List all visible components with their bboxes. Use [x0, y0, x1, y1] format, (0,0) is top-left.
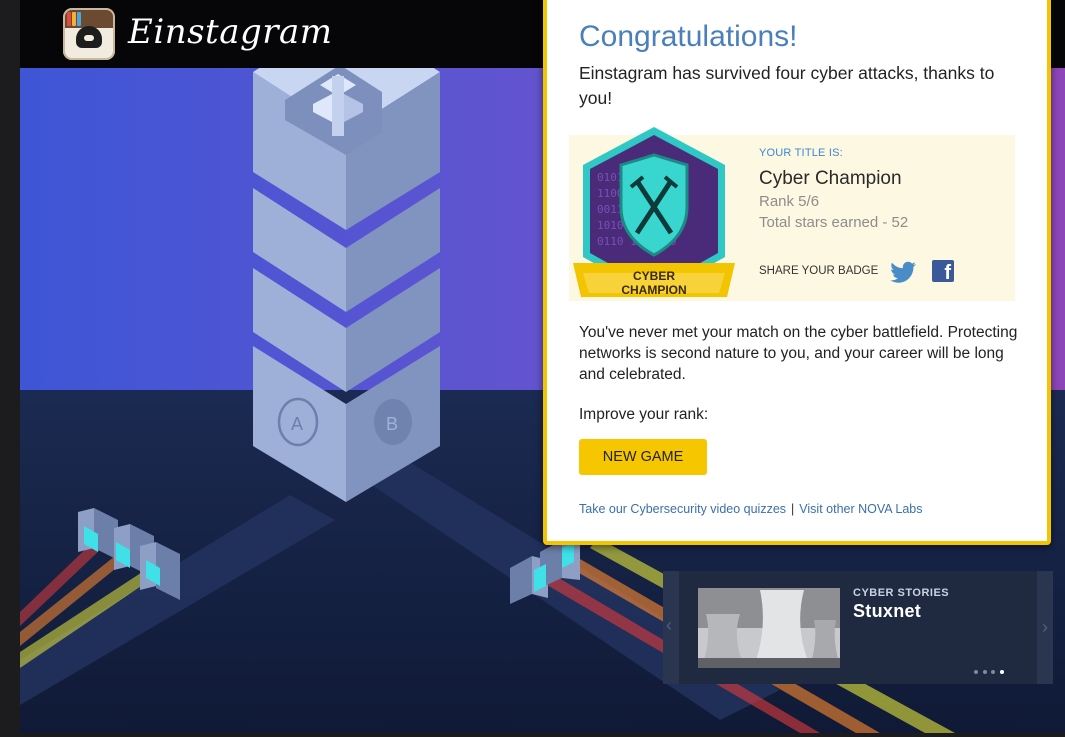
carousel-dot[interactable]: [991, 669, 995, 674]
carousel-dot[interactable]: [974, 669, 978, 674]
twitter-icon[interactable]: [889, 260, 917, 284]
facebook-icon[interactable]: f: [932, 260, 954, 282]
cyber-champion-badge-icon: 0101 1011 01 1100 0110 10 0011 1001 01 1…: [573, 127, 735, 297]
cybersecurity-quizzes-link[interactable]: Take our Cybersecurity video quizzes: [579, 502, 786, 516]
carousel-dot-active[interactable]: [999, 669, 1004, 674]
rank-description: You've never met your match on the cyber…: [579, 324, 1018, 383]
port-a-label: A: [291, 414, 303, 434]
story-title[interactable]: Stuxnet: [853, 601, 921, 622]
cooling-towers-image: [698, 588, 840, 668]
badge-line-1: CYBER: [633, 269, 675, 283]
rank-text: Rank 5/6: [759, 193, 820, 210]
results-dialog: Congratulations! Einstagram has survived…: [543, 0, 1051, 545]
helmet-icon: [76, 26, 102, 48]
story-kicker: CYBER STORIES: [853, 587, 950, 599]
congrats-heading: Congratulations!: [579, 20, 798, 53]
app-name: Einstagram: [128, 12, 333, 52]
port-b-label: B: [386, 414, 398, 434]
carousel-pagination: [974, 663, 1008, 681]
app-logo-icon: [63, 8, 115, 60]
link-separator: |: [791, 502, 795, 516]
chevron-left-icon[interactable]: ‹: [666, 615, 672, 636]
stars-earned-text: Total stars earned - 52: [759, 214, 909, 231]
new-game-button[interactable]: NEW GAME: [579, 439, 707, 475]
badge-line-2: CHAMPION: [621, 283, 686, 297]
server-tower: A B: [253, 12, 440, 502]
cyber-stories-carousel: ‹ CYBER STORIES Stuxnet ›: [663, 571, 1053, 684]
results-message: Einstagram has survived four cyber attac…: [579, 63, 995, 108]
improve-rank-label: Improve your rank:: [579, 406, 709, 423]
carousel-dot[interactable]: [982, 669, 987, 674]
title-label: YOUR TITLE IS:: [759, 147, 843, 159]
chevron-right-icon[interactable]: ›: [1037, 571, 1053, 684]
share-badge-label: SHARE YOUR BADGE: [759, 265, 879, 277]
badge-card: 0101 1011 01 1100 0110 10 0011 1001 01 1…: [569, 127, 1015, 301]
footer-links: Take our Cybersecurity video quizzes | Vis…: [579, 502, 923, 516]
title-value: Cyber Champion: [759, 168, 902, 189]
carousel-left-strip: ‹: [663, 571, 679, 684]
story-thumbnail[interactable]: [698, 588, 840, 668]
nova-labs-link[interactable]: Visit other NOVA Labs: [799, 502, 922, 516]
